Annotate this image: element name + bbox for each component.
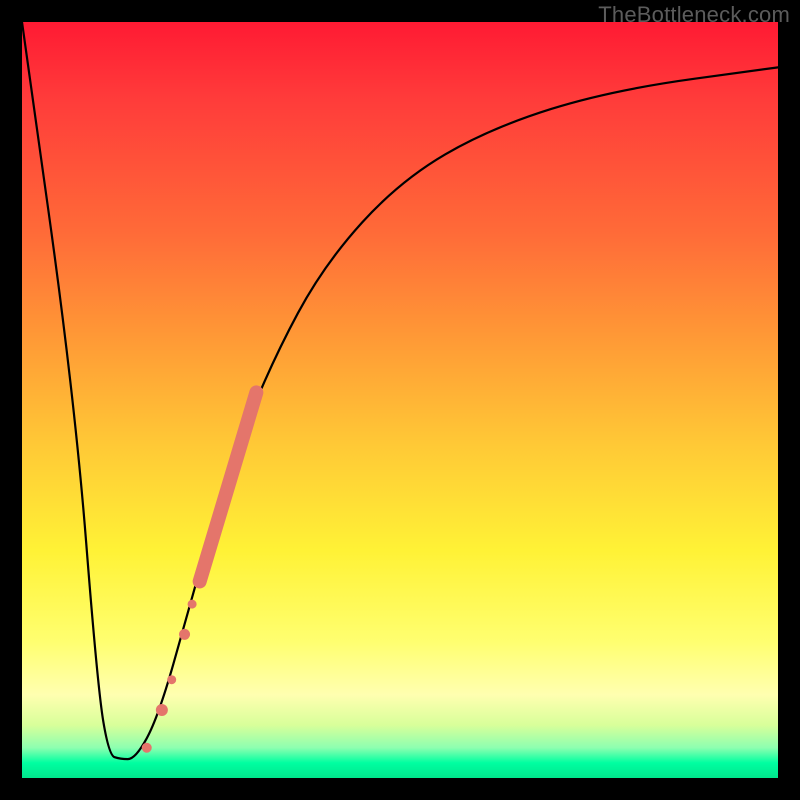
- plot-area: [22, 22, 778, 778]
- data-marker: [142, 743, 152, 753]
- chart-frame: TheBottleneck.com: [0, 0, 800, 800]
- watermark-text: TheBottleneck.com: [598, 2, 790, 28]
- data-marker: [179, 629, 190, 640]
- bottleneck-curve: [22, 22, 778, 759]
- curve-svg: [22, 22, 778, 778]
- data-marker: [188, 600, 197, 609]
- highlight-segment: [200, 392, 257, 581]
- data-marker: [167, 675, 176, 684]
- data-marker: [156, 704, 168, 716]
